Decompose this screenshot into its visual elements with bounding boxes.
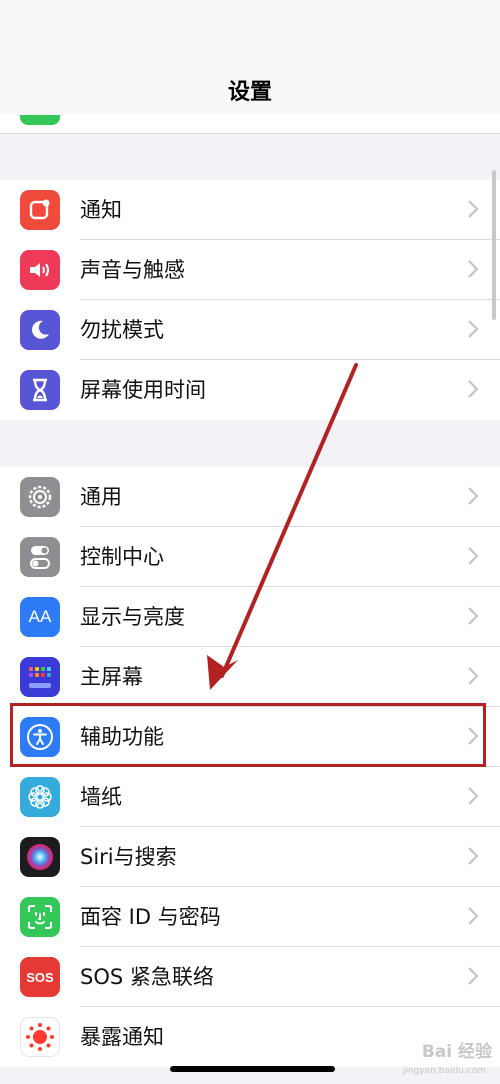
settings-row-control-center[interactable]: 控制中心 bbox=[0, 527, 500, 587]
settings-row-display[interactable]: AA 显示与亮度 bbox=[0, 587, 500, 647]
home-indicator bbox=[170, 1066, 335, 1072]
settings-row-wallpaper[interactable]: 墙纸 bbox=[0, 767, 500, 827]
settings-row-siri[interactable]: Siri与搜索 bbox=[0, 827, 500, 887]
settings-row-label: 辅助功能 bbox=[80, 725, 164, 749]
chevron-right-icon bbox=[468, 727, 479, 745]
speaker-icon bbox=[20, 250, 60, 290]
chevron-right-icon bbox=[468, 260, 479, 278]
chevron-right-icon bbox=[468, 967, 479, 985]
settings-row-label: 通用 bbox=[80, 485, 122, 509]
settings-row-label: 显示与亮度 bbox=[80, 605, 185, 629]
settings-row-home-screen[interactable]: 主屏幕 bbox=[0, 647, 500, 707]
exposure-icon bbox=[20, 1017, 60, 1057]
face-id-icon bbox=[20, 897, 60, 937]
chevron-right-icon bbox=[468, 787, 479, 805]
chevron-right-icon bbox=[468, 380, 479, 398]
flower-icon bbox=[20, 777, 60, 817]
hourglass-icon bbox=[20, 370, 60, 410]
watermark-url: jingyan.baidu.com bbox=[402, 1066, 486, 1076]
settings-row-notifications[interactable]: 通知 bbox=[0, 180, 500, 240]
siri-icon bbox=[20, 837, 60, 877]
settings-row-label: 屏幕使用时间 bbox=[80, 378, 206, 402]
settings-row-screen-time[interactable]: 屏幕使用时间 bbox=[0, 360, 500, 420]
settings-row-label: 墙纸 bbox=[80, 785, 122, 809]
sos-icon: SOS bbox=[20, 957, 60, 997]
chevron-right-icon bbox=[468, 607, 479, 625]
chevron-right-icon bbox=[468, 320, 479, 338]
chevron-right-icon bbox=[468, 667, 479, 685]
settings-row-label: 面容 ID 与密码 bbox=[80, 905, 221, 929]
notifications-icon bbox=[20, 190, 60, 230]
moon-icon bbox=[20, 310, 60, 350]
settings-row-label: 暴露通知 bbox=[80, 1025, 164, 1049]
settings-row-do-not-disturb[interactable]: 勿扰模式 bbox=[0, 300, 500, 360]
settings-row-face-id[interactable]: 面容 ID 与密码 bbox=[0, 887, 500, 947]
chevron-right-icon bbox=[468, 547, 479, 565]
settings-row-label: 勿扰模式 bbox=[80, 318, 164, 342]
navigation-bar: 设置 bbox=[0, 0, 500, 115]
gear-icon bbox=[20, 477, 60, 517]
settings-row-sounds[interactable]: 声音与触感 bbox=[0, 240, 500, 300]
toggles-icon bbox=[20, 537, 60, 577]
settings-row-label: Siri与搜索 bbox=[80, 845, 177, 869]
settings-row-emergency-sos[interactable]: SOS SOS 紧急联络 bbox=[0, 947, 500, 1007]
sos-glyph: SOS bbox=[26, 969, 54, 985]
watermark: Bai 经验 bbox=[421, 1042, 492, 1062]
scrollbar[interactable] bbox=[492, 170, 496, 320]
settings-row-accessibility[interactable]: 辅助功能 bbox=[0, 707, 500, 767]
settings-group-1: 通知 声音与触感 勿扰模式 屏幕使用时间 bbox=[0, 180, 500, 420]
home-screen-icon bbox=[20, 657, 60, 697]
settings-row-label: 声音与触感 bbox=[80, 258, 185, 282]
settings-row-general[interactable]: 通用 bbox=[0, 467, 500, 527]
aa-icon: AA bbox=[20, 597, 60, 637]
settings-row-label: 主屏幕 bbox=[80, 665, 143, 689]
partial-app-icon bbox=[20, 115, 60, 125]
settings-row-label: SOS 紧急联络 bbox=[80, 965, 214, 989]
settings-group-2: 通用 控制中心 AA 显示与亮度 主屏幕 辅助功能 墙纸 Siri与搜索 面容 … bbox=[0, 467, 500, 1067]
chevron-right-icon bbox=[468, 907, 479, 925]
settings-row-label: 控制中心 bbox=[80, 545, 164, 569]
aa-glyph: AA bbox=[28, 607, 52, 626]
accessibility-icon bbox=[20, 717, 60, 757]
chevron-right-icon bbox=[468, 847, 479, 865]
chevron-right-icon bbox=[468, 200, 479, 218]
partially-visible-row bbox=[0, 115, 500, 134]
chevron-right-icon bbox=[468, 487, 479, 505]
page-title: 设置 bbox=[227, 80, 272, 105]
settings-row-label: 通知 bbox=[80, 198, 122, 222]
